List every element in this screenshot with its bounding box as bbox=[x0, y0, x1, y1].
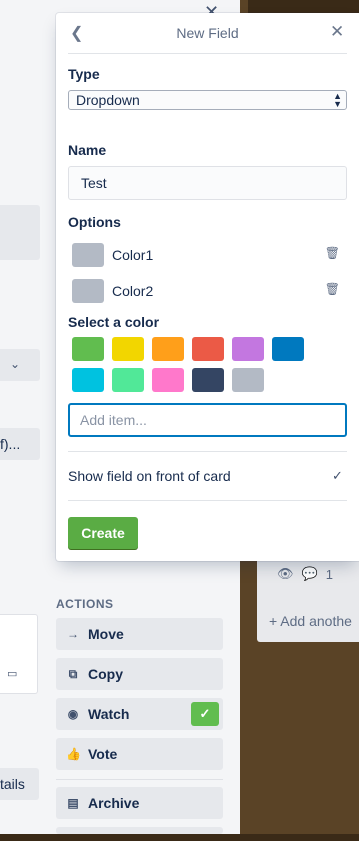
attachment-block: ▭ bbox=[0, 614, 38, 694]
close-icon[interactable]: ✕ bbox=[330, 22, 344, 42]
name-label: Name bbox=[68, 142, 107, 158]
arrow-right-icon: → bbox=[67, 627, 79, 641]
option-color-swatch[interactable] bbox=[72, 243, 104, 267]
create-button[interactable]: Create bbox=[68, 517, 138, 549]
color-swatch-lime[interactable] bbox=[112, 368, 144, 392]
option-name: Color1 bbox=[112, 247, 154, 263]
divider bbox=[68, 500, 347, 501]
move-label: Move bbox=[88, 626, 124, 642]
copy-button[interactable]: ⧉ Copy bbox=[56, 658, 223, 690]
comment-icon: 💬 bbox=[301, 566, 318, 581]
color-swatch-yellow[interactable] bbox=[112, 337, 144, 361]
share-button-partial[interactable] bbox=[56, 827, 223, 834]
move-button[interactable]: → Move bbox=[56, 618, 223, 650]
color-swatch-red[interactable] bbox=[192, 337, 224, 361]
archive-button[interactable]: ▤ Archive bbox=[56, 787, 223, 819]
chevron-down-icon: ⌄ bbox=[10, 357, 21, 371]
color-swatch-purple[interactable] bbox=[232, 337, 264, 361]
trash-icon[interactable]: 🗑 bbox=[325, 246, 340, 260]
option-name: Color2 bbox=[112, 283, 154, 299]
thumbs-up-icon: 👍 bbox=[66, 747, 81, 761]
check-icon[interactable]: ✓ bbox=[332, 468, 343, 484]
dropdown-block[interactable]: ⌄ bbox=[0, 349, 40, 381]
option-item[interactable]: Color1 🗑 bbox=[72, 243, 340, 267]
copy-icon: ⧉ bbox=[68, 666, 78, 681]
archive-icon: ▤ bbox=[67, 796, 79, 810]
divider bbox=[68, 451, 347, 452]
header-divider bbox=[68, 53, 347, 54]
details-button[interactable]: tails bbox=[0, 768, 39, 800]
trash-icon[interactable]: 🗑 bbox=[325, 282, 340, 296]
options-label: Options bbox=[68, 214, 121, 230]
color-swatch-sky[interactable] bbox=[72, 368, 104, 392]
vote-button[interactable]: 👍 Vote bbox=[56, 738, 223, 770]
color-swatch-orange[interactable] bbox=[152, 337, 184, 361]
vote-label: Vote bbox=[88, 746, 118, 762]
board-list-footer: 👁 💬 1 + Add anothe bbox=[257, 556, 359, 642]
color-swatch-none[interactable] bbox=[232, 368, 264, 392]
type-select[interactable]: Dropdown ▲ ▼ bbox=[68, 90, 347, 110]
archive-label: Archive bbox=[88, 795, 140, 811]
option-color-swatch[interactable] bbox=[72, 279, 104, 303]
watch-label: Watch bbox=[88, 706, 130, 722]
add-item-input[interactable]: Add item... bbox=[68, 403, 347, 437]
option-item[interactable]: Color2 🗑 bbox=[72, 279, 340, 303]
eye-icon: ◉ bbox=[67, 707, 79, 721]
actions-heading: ACTIONS bbox=[56, 597, 114, 611]
watch-checked-icon: ✓ bbox=[191, 702, 219, 726]
comment-count: 1 bbox=[325, 566, 333, 582]
color-swatch-black[interactable] bbox=[192, 368, 224, 392]
name-input[interactable]: Test bbox=[68, 166, 347, 200]
show-on-front-label[interactable]: Show field on front of card bbox=[68, 468, 231, 484]
actions-divider bbox=[56, 779, 223, 780]
type-label: Type bbox=[68, 66, 100, 82]
card-icon: ▭ bbox=[7, 668, 18, 680]
board-footer-strip bbox=[0, 834, 359, 841]
card-badges: 👁 💬 1 bbox=[277, 566, 333, 582]
select-color-label: Select a color bbox=[68, 314, 160, 330]
select-arrows-icon: ▲ ▼ bbox=[333, 91, 342, 109]
color-swatch-pink[interactable] bbox=[152, 368, 184, 392]
color-swatch-green[interactable] bbox=[72, 337, 104, 361]
description-block[interactable] bbox=[0, 205, 40, 260]
truncated-field[interactable]: f)... bbox=[0, 428, 40, 460]
popover-title: New Field bbox=[176, 25, 239, 41]
board-header-strip bbox=[248, 0, 359, 14]
eye-icon: 👁 bbox=[277, 566, 294, 581]
watch-button[interactable]: ◉ Watch ✓ bbox=[56, 698, 223, 730]
type-select-value: Dropdown bbox=[76, 92, 140, 108]
new-field-popover: ❮ New Field ✕ Type Dropdown ▲ ▼ Name Test… bbox=[56, 13, 359, 561]
color-swatch-blue[interactable] bbox=[272, 337, 304, 361]
add-another-card-button[interactable]: + Add anothe bbox=[269, 613, 352, 629]
copy-label: Copy bbox=[88, 666, 123, 682]
